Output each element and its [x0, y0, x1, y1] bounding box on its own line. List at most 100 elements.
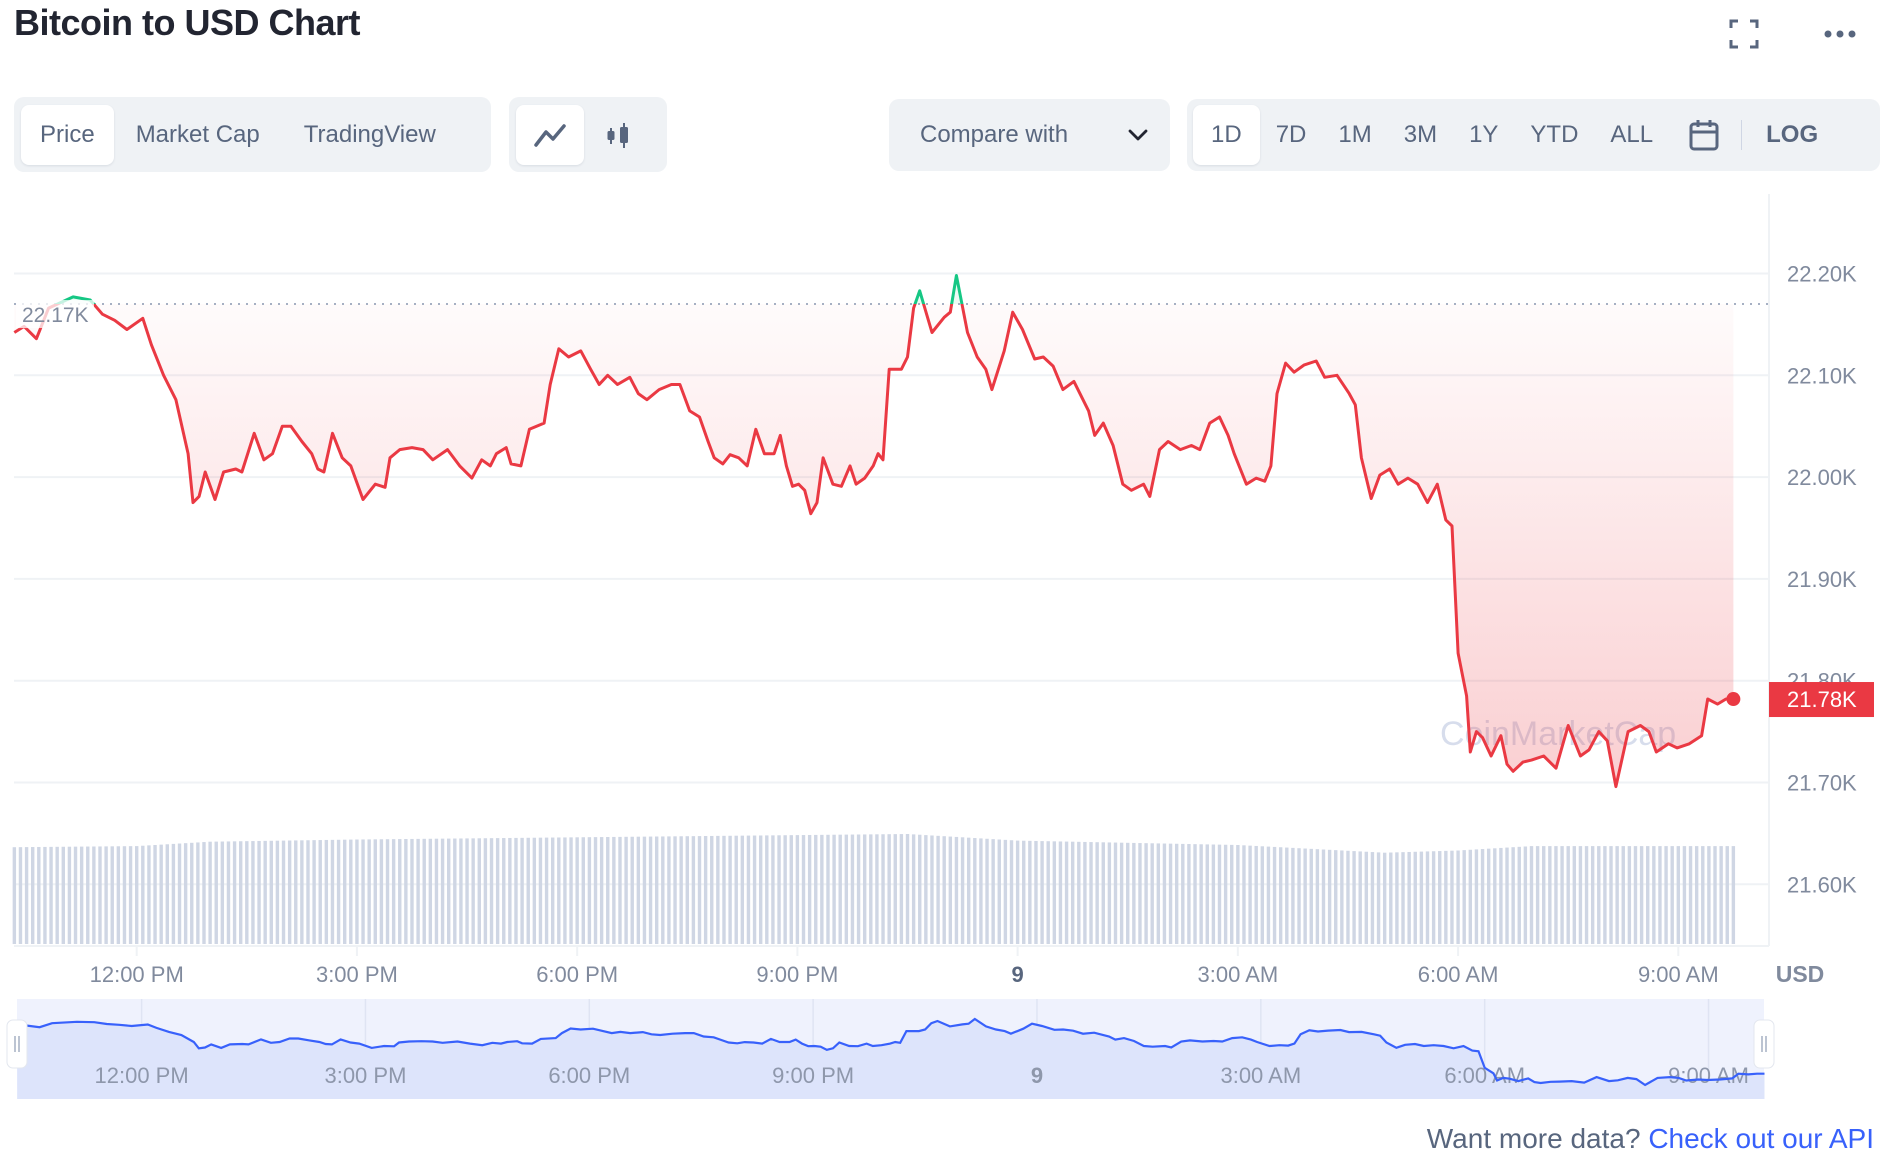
- volume-bar: [642, 836, 647, 944]
- volume-bar: [979, 838, 983, 944]
- volume-bar: [648, 836, 653, 944]
- volume-bar: [98, 846, 102, 944]
- volume-bar: [563, 837, 567, 944]
- volume-bar: [697, 836, 702, 944]
- volume-bar: [110, 846, 114, 944]
- volume-bar: [1633, 846, 1638, 944]
- volume-bar: [1682, 846, 1687, 944]
- volume-bar: [856, 834, 861, 944]
- volume-bar: [73, 846, 78, 944]
- volume-bar: [483, 838, 488, 944]
- volume-bar: [1603, 846, 1607, 944]
- volume-bar: [373, 839, 377, 944]
- volume-bar: [116, 846, 121, 944]
- navigator-handle-left[interactable]: [6, 1019, 28, 1069]
- volume-bar: [1015, 840, 1020, 944]
- volume-bar: [887, 834, 891, 944]
- volume-bar: [1003, 839, 1008, 944]
- current-price-label: 21.78K: [1787, 687, 1857, 712]
- volume-bar: [1646, 846, 1650, 944]
- volume-bar: [1009, 840, 1014, 944]
- volume-bar: [361, 839, 365, 944]
- volume-bar: [294, 840, 298, 944]
- volume-bar: [1119, 842, 1124, 944]
- volume-bar: [1566, 846, 1570, 944]
- volume-bar: [789, 835, 793, 944]
- volume-bar: [1713, 846, 1717, 944]
- volume-bar: [281, 840, 286, 944]
- volume-bar: [422, 838, 426, 944]
- volume-bar: [954, 836, 959, 944]
- api-link[interactable]: Check out our API: [1648, 1123, 1874, 1154]
- x-tick-label: 6:00 AM: [1418, 962, 1499, 987]
- volume-bar: [1590, 846, 1595, 944]
- y-tick-label: 22.00K: [1787, 465, 1857, 490]
- volume-bar: [832, 834, 836, 944]
- x-tick-label: 9:00 PM: [756, 962, 838, 987]
- volume-bar: [1077, 841, 1081, 944]
- volume-bar: [905, 834, 910, 944]
- volume-bar: [1395, 852, 1399, 944]
- x-tick-label: 9:00 AM: [1638, 962, 1719, 987]
- volume-bar: [685, 836, 689, 944]
- volume-bar: [226, 841, 231, 944]
- volume-bar: [31, 847, 35, 944]
- volume-bar: [1174, 843, 1179, 944]
- navigator-tick-label: 9: [1031, 1063, 1043, 1088]
- volume-bar: [1358, 851, 1362, 944]
- volume-bar: [1260, 846, 1265, 944]
- volume-bar: [966, 837, 971, 944]
- volume-bar: [1688, 846, 1693, 944]
- volume-bar: [287, 840, 292, 944]
- volume-bar: [850, 834, 855, 944]
- volume-bar: [1389, 852, 1393, 944]
- navigator-tick-label: 3:00 PM: [324, 1063, 406, 1088]
- navigator-tick-label: 6:00 PM: [548, 1063, 630, 1088]
- volume-bar: [1419, 851, 1424, 944]
- volume-bar: [43, 846, 47, 944]
- volume-bar: [557, 837, 561, 944]
- volume-bar: [703, 836, 708, 944]
- volume-bar: [1407, 851, 1411, 944]
- volume-bar: [936, 835, 940, 944]
- volume-bar: [1046, 841, 1050, 944]
- volume-bar: [1542, 846, 1546, 944]
- volume-bar: [673, 836, 677, 944]
- volume-bar: [159, 844, 163, 944]
- volume-bar: [404, 839, 408, 944]
- volume-bar: [1034, 840, 1038, 944]
- volume-bar: [440, 838, 445, 944]
- volume-bar: [391, 839, 396, 944]
- volume-bar: [1474, 849, 1479, 944]
- volume-bar: [312, 840, 316, 944]
- volume-bar: [495, 838, 500, 944]
- volume-bar: [1028, 840, 1032, 944]
- price-chart[interactable]: CoinMarketCap 22.17K 22.20K22.10K22.00K2…: [0, 0, 1888, 1176]
- volume-bar: [1291, 847, 1295, 944]
- volume-bar: [1132, 842, 1136, 944]
- volume-bar: [1707, 846, 1711, 944]
- volume-bar: [502, 838, 506, 944]
- volume-bar: [1676, 846, 1681, 944]
- volume-bar: [1052, 841, 1057, 944]
- volume-bar: [318, 840, 322, 944]
- volume-bar: [232, 841, 237, 944]
- volume-bar: [238, 841, 243, 944]
- navigator-tick-label: 12:00 PM: [95, 1063, 189, 1088]
- volume-bar: [1529, 846, 1534, 944]
- navigator-handle-right[interactable]: [1753, 1019, 1775, 1069]
- volume-bar: [1548, 846, 1552, 944]
- volume-bar: [630, 836, 634, 944]
- volume-bar: [1040, 841, 1044, 944]
- volume-bar: [526, 837, 530, 944]
- volume-bar: [985, 838, 989, 944]
- volume-bar: [1658, 846, 1662, 944]
- volume-bar: [814, 834, 818, 944]
- volume-bar: [1572, 846, 1577, 944]
- volume-bar: [1413, 851, 1417, 944]
- navigator[interactable]: 12:00 PM 3:00 PM 6:00 PM 9:00 PM 9 3:00 AM 6:0…: [6, 999, 1775, 1099]
- volume-bar: [1315, 849, 1320, 944]
- volume-bar: [1113, 842, 1118, 944]
- navigator-tick-label: 3:00 AM: [1220, 1063, 1301, 1088]
- volume-bar: [385, 839, 390, 944]
